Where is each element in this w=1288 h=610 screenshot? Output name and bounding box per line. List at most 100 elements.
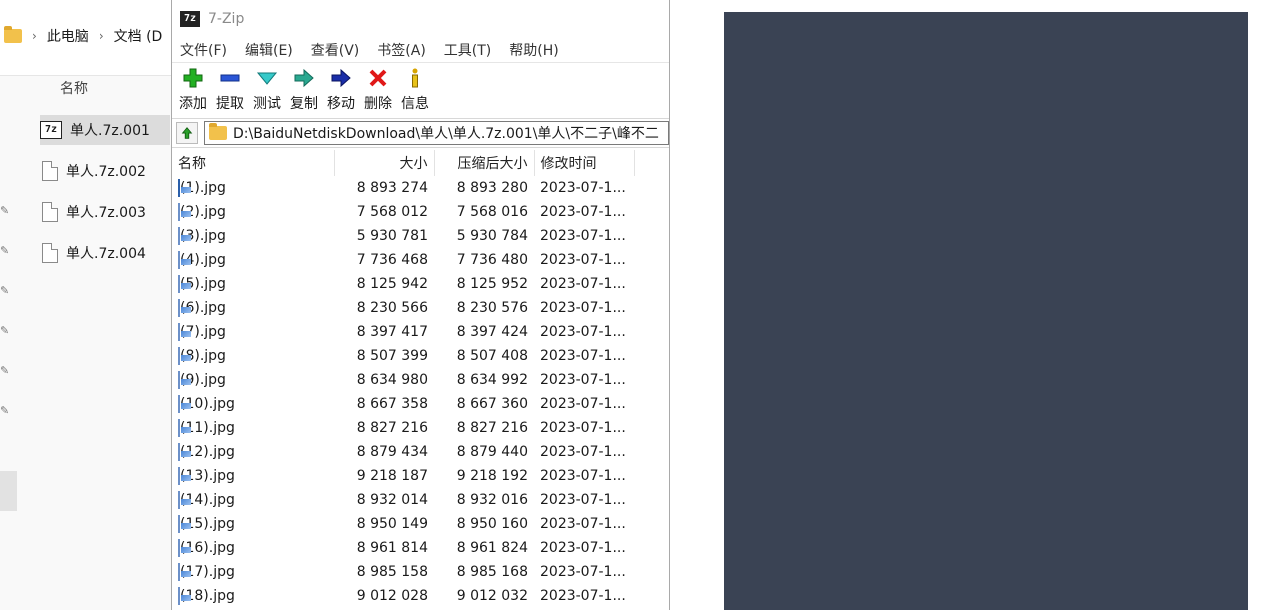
image-file-icon: [178, 179, 180, 197]
list-item[interactable]: 7z 单人.7z.001: [40, 115, 170, 145]
pin-icon: ✎: [0, 404, 10, 417]
table-row[interactable]: (6).jpg 8 230 566 8 230 576 2023-07-1...: [172, 296, 634, 320]
row-size: 8 667 358: [356, 396, 428, 412]
row-packed-size: 8 879 440: [456, 444, 528, 460]
table-row[interactable]: (9).jpg 8 634 980 8 634 992 2023-07-1...: [172, 368, 634, 392]
table-row[interactable]: (8).jpg 8 507 399 8 507 408 2023-07-1...: [172, 344, 634, 368]
menu-file[interactable]: 文件(F): [180, 40, 227, 60]
menu-bookmarks[interactable]: 书签(A): [377, 40, 426, 60]
menu-help[interactable]: 帮助(H): [509, 40, 558, 60]
row-packed-size: 5 930 784: [456, 228, 528, 244]
extract-button[interactable]: 提取: [213, 63, 247, 115]
table-row[interactable]: (10).jpg 8 667 358 8 667 360 2023-07-1...: [172, 392, 634, 416]
table-row[interactable]: (13).jpg 9 218 187 9 218 192 2023-07-1...: [172, 464, 634, 488]
file-icon: [42, 202, 58, 222]
breadcrumb-this-pc[interactable]: 此电脑: [47, 26, 89, 46]
menu-view[interactable]: 查看(V): [311, 40, 360, 60]
row-modified: 2023-07-1...: [540, 324, 626, 340]
row-name-cell: (2).jpg: [178, 203, 328, 221]
navigation-pane-edge: ✎ ✎ ✎ ✎ ✎ ✎: [0, 100, 18, 520]
table-row[interactable]: (7).jpg 8 397 417 8 397 424 2023-07-1...: [172, 320, 634, 344]
row-size: 7 568 012: [356, 204, 428, 220]
path-input[interactable]: D:\BaiduNetdiskDownload\单人\单人.7z.001\单人\…: [204, 121, 669, 145]
row-name-cell: (11).jpg: [178, 419, 328, 437]
table-row[interactable]: (4).jpg 7 736 468 7 736 480 2023-07-1...: [172, 248, 634, 272]
row-size: 8 879 434: [356, 444, 428, 460]
delete-button[interactable]: 删除: [361, 63, 395, 115]
row-name-cell: (14).jpg: [178, 491, 328, 509]
row-size: 7 736 468: [356, 252, 428, 268]
table-row[interactable]: (11).jpg 8 827 216 8 827 216 2023-07-1...: [172, 416, 634, 440]
row-size: 8 961 814: [356, 540, 428, 556]
row-name-cell: (10).jpg: [178, 395, 328, 413]
table-row[interactable]: (17).jpg 8 985 158 8 985 168 2023-07-1...: [172, 560, 634, 584]
info-label: 信息: [401, 96, 429, 112]
row-size: 8 125 942: [356, 276, 428, 292]
menu-edit[interactable]: 编辑(E): [245, 40, 293, 60]
column-header-size[interactable]: 大小: [334, 150, 435, 176]
path-text: D:\BaiduNetdiskDownload\单人\单人.7z.001\单人\…: [233, 126, 659, 142]
move-icon: [331, 68, 351, 88]
file-name: 单人.7z.003: [66, 205, 146, 221]
column-header-modified[interactable]: 修改时间: [534, 150, 635, 176]
row-size: 8 827 216: [356, 420, 428, 436]
row-size: 9 218 187: [356, 468, 428, 484]
table-row[interactable]: (3).jpg 5 930 781 5 930 784 2023-07-1...: [172, 224, 634, 248]
folder-icon: [4, 26, 22, 43]
row-size: 5 930 781: [356, 228, 428, 244]
row-packed-size: 8 893 280: [456, 180, 528, 196]
list-item[interactable]: 单人.7z.003: [42, 197, 172, 227]
row-size: 8 893 274: [356, 180, 428, 196]
chevron-right-icon: ›: [32, 29, 37, 43]
navigation-selected-item[interactable]: [0, 471, 17, 511]
row-name-cell: (18).jpg: [178, 587, 328, 605]
row-modified: 2023-07-1...: [540, 540, 626, 556]
table-row[interactable]: (2).jpg 7 568 012 7 568 016 2023-07-1...: [172, 200, 634, 224]
row-modified: 2023-07-1...: [540, 444, 626, 460]
image-file-icon: [178, 203, 180, 221]
add-label: 添加: [179, 96, 207, 112]
window-title: 7-Zip: [208, 10, 245, 27]
file-table: 名称 大小 压缩后大小 修改时间 (1).jpg 8 893 274 8 893 2…: [172, 150, 635, 608]
table-row[interactable]: (16).jpg 8 961 814 8 961 824 2023-07-1...: [172, 536, 634, 560]
row-modified: 2023-07-1...: [540, 468, 626, 484]
row-modified: 2023-07-1...: [540, 516, 626, 532]
row-size: 8 950 149: [356, 516, 428, 532]
table-row[interactable]: (5).jpg 8 125 942 8 125 952 2023-07-1...: [172, 272, 634, 296]
test-label: 测试: [253, 96, 281, 112]
table-row[interactable]: (12).jpg 8 879 434 8 879 440 2023-07-1...: [172, 440, 634, 464]
table-row[interactable]: (1).jpg 8 893 274 8 893 280 2023-07-1...: [172, 176, 634, 200]
add-button[interactable]: 添加: [176, 63, 210, 115]
title-bar[interactable]: 7z 7-Zip: [172, 0, 669, 37]
image-file-icon: [178, 419, 180, 437]
file-name: 单人.7z.002: [66, 164, 146, 180]
explorer-address-bar[interactable]: › 此电脑 › 文档 (D: [0, 0, 172, 76]
folder-icon: [209, 123, 227, 140]
breadcrumb-documents[interactable]: 文档 (D: [114, 26, 163, 46]
column-header-packed-size[interactable]: 压缩后大小: [434, 150, 535, 176]
chevron-right-icon: ›: [98, 29, 104, 43]
menu-tools[interactable]: 工具(T): [444, 40, 491, 60]
row-packed-size: 9 218 192: [456, 468, 528, 484]
list-item[interactable]: 单人.7z.002: [42, 156, 172, 186]
copy-icon: [294, 68, 314, 88]
test-button[interactable]: 测试: [250, 63, 284, 115]
pin-icon: ✎: [0, 204, 10, 217]
menu-bar: 文件(F) 编辑(E) 查看(V) 书签(A) 工具(T) 帮助(H): [172, 37, 669, 62]
column-header-name[interactable]: 名称: [60, 78, 88, 98]
list-item[interactable]: 单人.7z.004: [42, 238, 172, 268]
copy-button[interactable]: 复制: [287, 63, 321, 115]
table-row[interactable]: (18).jpg 9 012 028 9 012 032 2023-07-1...: [172, 584, 634, 608]
up-folder-button[interactable]: [176, 122, 198, 144]
row-packed-size: 8 507 408: [456, 348, 528, 364]
info-button[interactable]: 信息: [398, 63, 432, 115]
row-name-cell: (8).jpg: [178, 347, 328, 365]
extract-icon: [220, 74, 240, 82]
table-row[interactable]: (14).jpg 8 932 014 8 932 016 2023-07-1...: [172, 488, 634, 512]
test-icon: [256, 72, 278, 85]
move-button[interactable]: 移动: [324, 63, 358, 115]
row-name-cell: (13).jpg: [178, 467, 328, 485]
column-header-name[interactable]: 名称: [172, 150, 335, 176]
row-name-cell: (1).jpg: [178, 179, 328, 197]
table-row[interactable]: (15).jpg 8 950 149 8 950 160 2023-07-1...: [172, 512, 634, 536]
